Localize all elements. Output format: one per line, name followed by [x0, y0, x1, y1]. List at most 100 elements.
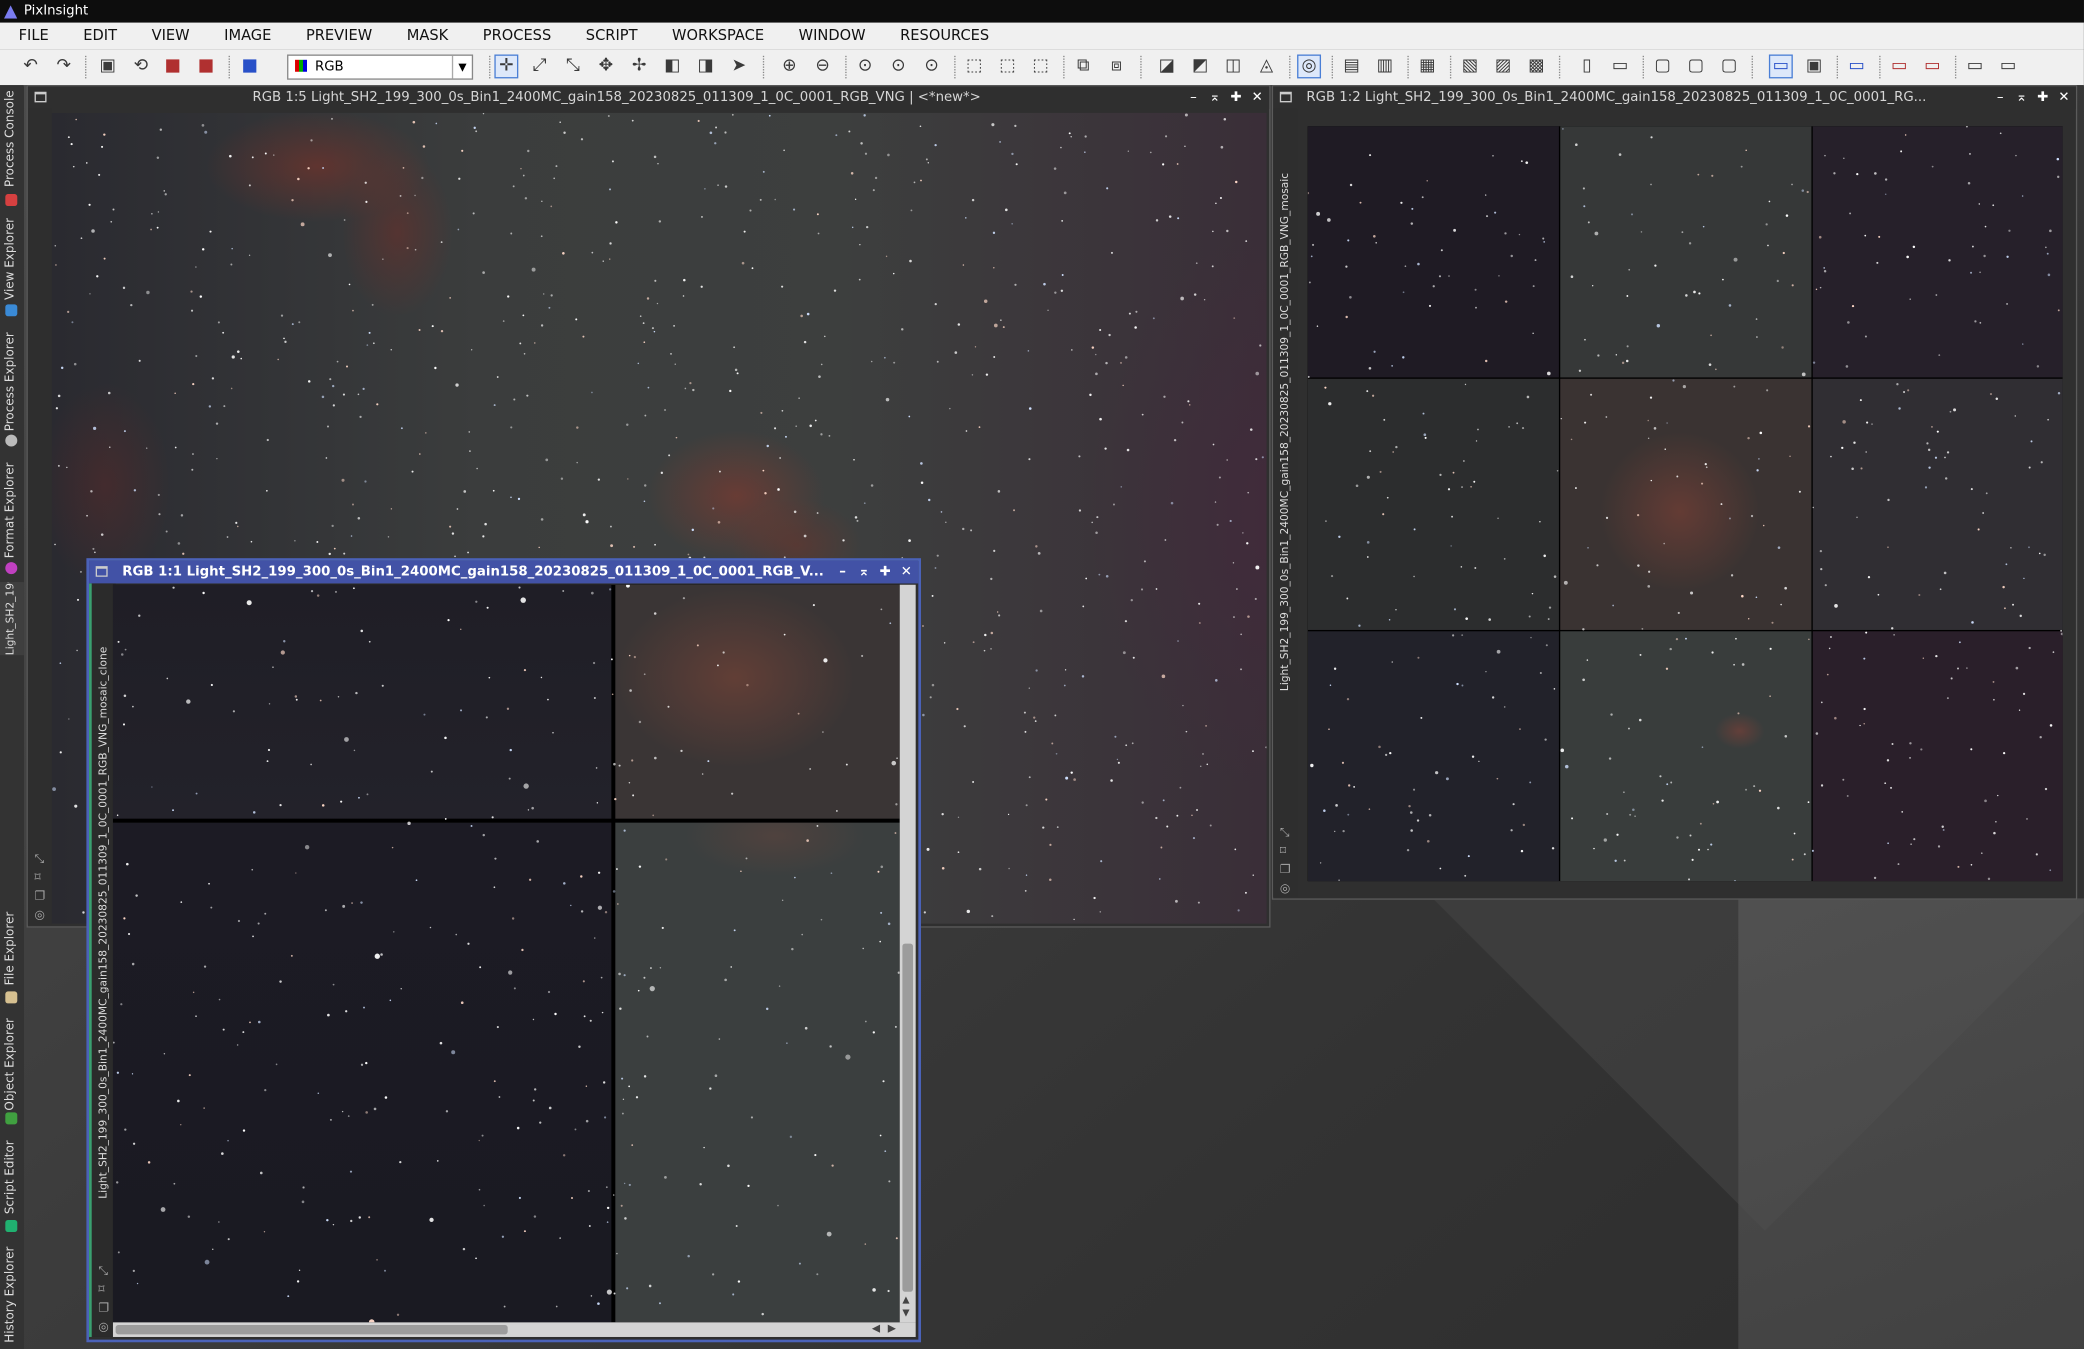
- horizontal-scrollbar[interactable]: ◀ ▶: [112, 1322, 916, 1337]
- sidebar-tab-object-explorer[interactable]: Object Explorer: [0, 1015, 24, 1128]
- menu-mask[interactable]: MASK: [388, 23, 464, 50]
- target-icon[interactable]: ◎: [98, 1321, 108, 1334]
- preview-new-icon[interactable]: ⬚: [964, 56, 985, 77]
- explorer-1-icon[interactable]: ▢: [1652, 56, 1673, 77]
- mask-new-icon[interactable]: ◪: [1156, 56, 1177, 77]
- readout-icon[interactable]: ◧: [662, 56, 683, 77]
- sidebar-tab-script-editor[interactable]: Script Editor: [0, 1138, 24, 1236]
- new-image-icon[interactable]: ▣: [97, 56, 118, 77]
- zoom-3-icon[interactable]: ⊙: [921, 56, 942, 77]
- stf-icon[interactable]: ◎: [1297, 54, 1322, 79]
- shade-icon[interactable]: ⌅: [857, 561, 870, 584]
- redo-icon[interactable]: ↷: [53, 56, 74, 77]
- gallery-icon[interactable]: ▣: [1803, 56, 1824, 77]
- window-system-icon[interactable]: [1279, 91, 1292, 103]
- zoom-1-icon[interactable]: ⊙: [855, 56, 876, 77]
- zoom-reset-icon[interactable]: ⤡: [35, 853, 45, 866]
- window-system-icon[interactable]: [95, 566, 108, 577]
- maximize-icon[interactable]: ✚: [1229, 86, 1242, 109]
- preview-edit-icon[interactable]: ⬚: [997, 56, 1018, 77]
- image-canvas-mosaic[interactable]: [1307, 126, 2063, 882]
- menu-process[interactable]: PROCESS: [464, 23, 567, 50]
- sidebar-tab-image[interactable]: Light_SH2_199_300_0s_Bin1_2400MC_gain158…: [0, 582, 24, 656]
- dock-right-icon[interactable]: ▭: [1609, 56, 1630, 77]
- move-icon[interactable]: ✢: [629, 56, 650, 77]
- workspace-2-icon[interactable]: ▭: [1889, 56, 1910, 77]
- maximize-icon[interactable]: ✚: [878, 561, 891, 584]
- readout-preview-icon[interactable]: ◨: [695, 56, 716, 77]
- close-icon[interactable]: ✕: [1251, 86, 1264, 109]
- window-system-icon[interactable]: [34, 91, 47, 103]
- menu-preview[interactable]: PREVIEW: [287, 23, 388, 50]
- channel-combo[interactable]: RGB ▼: [287, 54, 474, 80]
- maximize-icon[interactable]: ✚: [2036, 86, 2049, 109]
- channel-g-icon[interactable]: ▨: [1492, 56, 1513, 77]
- workspace-3-icon[interactable]: ▭: [1922, 56, 1943, 77]
- channel-split-icon[interactable]: ■: [162, 56, 183, 77]
- mask-invert-icon[interactable]: ◫: [1223, 56, 1244, 77]
- menu-script[interactable]: SCRIPT: [567, 23, 653, 50]
- scrollbar-thumb[interactable]: [115, 1325, 508, 1335]
- image-canvas-clone[interactable]: [112, 584, 900, 1323]
- zoom-2-icon[interactable]: ⊙: [888, 56, 909, 77]
- crop-icon[interactable]: ⌑: [35, 872, 41, 885]
- sidebar-tab-process-explorer[interactable]: Process Explorer: [0, 330, 24, 450]
- copy-icon[interactable]: ❐: [35, 890, 46, 903]
- menu-window[interactable]: WINDOW: [780, 23, 881, 50]
- stf-reset-icon[interactable]: ▥: [1374, 56, 1395, 77]
- zoom-reset-icon[interactable]: ⤡: [1280, 827, 1290, 840]
- undo-icon[interactable]: ↶: [20, 56, 41, 77]
- pan-icon[interactable]: ✥: [595, 56, 616, 77]
- scroll-down-icon[interactable]: ▼: [902, 1308, 909, 1319]
- menu-image[interactable]: IMAGE: [206, 23, 288, 50]
- menu-edit[interactable]: EDIT: [65, 23, 133, 50]
- sidebar-tab-view-explorer[interactable]: View Explorer: [0, 215, 24, 321]
- copy-icon[interactable]: ❐: [98, 1302, 109, 1315]
- minimize-icon[interactable]: –: [836, 561, 849, 584]
- menu-view[interactable]: VIEW: [133, 23, 206, 50]
- stf-auto-icon[interactable]: ▤: [1341, 56, 1362, 77]
- shade-icon[interactable]: ⌅: [2015, 86, 2028, 109]
- crop-icon[interactable]: ⌑: [1280, 845, 1286, 858]
- explorer-3-icon[interactable]: ▢: [1718, 56, 1739, 77]
- target-icon[interactable]: ◎: [1280, 882, 1290, 895]
- minimize-icon[interactable]: –: [1994, 86, 2007, 109]
- explorer-2-icon[interactable]: ▢: [1685, 56, 1706, 77]
- crop-icon[interactable]: ⌑: [98, 1284, 104, 1297]
- zoom-fit-icon[interactable]: ⤢: [529, 56, 550, 77]
- scroll-right-icon[interactable]: ▶: [888, 1322, 896, 1334]
- stf-link-icon[interactable]: ▦: [1417, 56, 1438, 77]
- sidebar-tab-format-explorer[interactable]: Format Explorer: [0, 460, 24, 580]
- window-titlebar[interactable]: RGB 1:2 Light_SH2_199_300_0s_Bin1_2400MC…: [1273, 86, 2076, 109]
- color-space-icon[interactable]: ■: [239, 56, 260, 77]
- window-titlebar[interactable]: RGB 1:5 Light_SH2_199_300_0s_Bin1_2400MC…: [27, 86, 1270, 109]
- monitor-icon[interactable]: ▭: [1768, 54, 1793, 79]
- minimize-icon[interactable]: –: [1187, 86, 1200, 109]
- pointer-icon[interactable]: ➤: [728, 56, 749, 77]
- window-titlebar[interactable]: RGB 1:1 Light_SH2_199_300_0s_Bin1_2400MC…: [89, 560, 919, 584]
- close-icon[interactable]: ✕: [2057, 86, 2070, 109]
- scroll-left-icon[interactable]: ◀: [872, 1322, 880, 1334]
- image-window-mosaic[interactable]: RGB 1:2 Light_SH2_199_300_0s_Bin1_2400MC…: [1271, 85, 2078, 900]
- preview-delete-icon[interactable]: ⬚: [1030, 56, 1051, 77]
- workspace-5-icon[interactable]: ▭: [1997, 56, 2018, 77]
- scroll-up-icon[interactable]: ▲: [902, 1294, 909, 1305]
- zoom-in-icon[interactable]: ⊕: [779, 56, 800, 77]
- menu-file[interactable]: FILE: [0, 23, 65, 50]
- chevron-down-icon[interactable]: ▼: [451, 55, 472, 79]
- channel-r-icon[interactable]: ▧: [1459, 56, 1480, 77]
- target-icon[interactable]: ◎: [35, 909, 45, 922]
- vertical-scrollbar[interactable]: ▲ ▼: [899, 584, 916, 1323]
- sidebar-tab-file-explorer[interactable]: File Explorer: [0, 909, 24, 1009]
- copy-icon[interactable]: ❐: [1280, 864, 1291, 877]
- zoom-out-icon[interactable]: ⊖: [812, 56, 833, 77]
- fit-view-icon[interactable]: ⧈: [1106, 56, 1127, 77]
- menu-resources[interactable]: RESOURCES: [882, 23, 1006, 50]
- refresh-icon[interactable]: ⟲: [130, 56, 151, 77]
- image-window-clone[interactable]: RGB 1:1 Light_SH2_199_300_0s_Bin1_2400MC…: [86, 558, 921, 1343]
- menu-workspace[interactable]: WORKSPACE: [653, 23, 780, 50]
- channel-combine-icon[interactable]: ■: [195, 56, 216, 77]
- sidebar-tab-process-console[interactable]: Process Console: [0, 88, 24, 208]
- fit-window-icon[interactable]: ⧉: [1073, 56, 1094, 77]
- sidebar-tab-history-explorer[interactable]: History Explorer: [0, 1244, 24, 1348]
